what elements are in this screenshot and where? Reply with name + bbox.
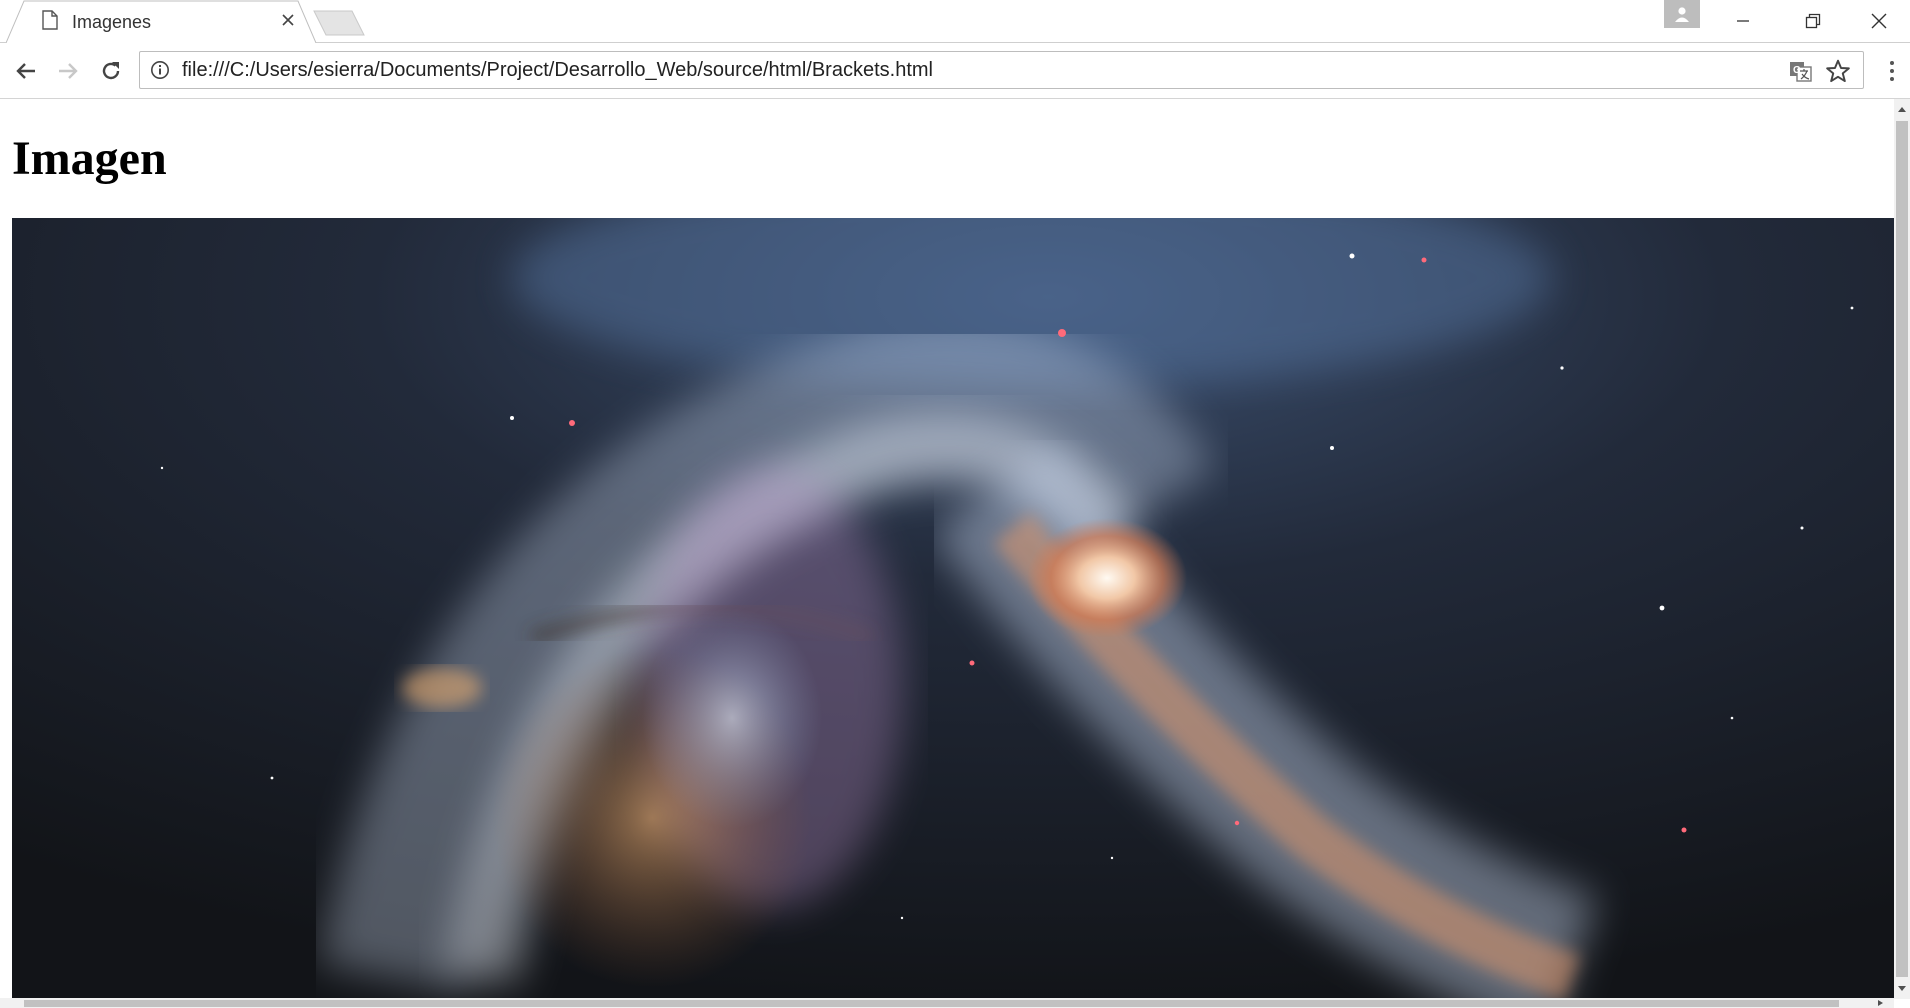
scroll-up-arrow-icon[interactable] (1898, 107, 1906, 112)
horizontal-scroll-thumb[interactable] (24, 1000, 1839, 1007)
back-button[interactable] (10, 55, 42, 87)
title-bar: Imagenes (0, 0, 1910, 43)
minimize-button[interactable] (1708, 0, 1778, 42)
galaxy-image (12, 218, 1894, 999)
svg-text:G: G (1793, 65, 1801, 76)
menu-dot (1890, 61, 1894, 65)
translate-icon[interactable]: G (1789, 59, 1813, 83)
tab-close-button[interactable] (276, 8, 300, 32)
window-close-button[interactable] (1848, 0, 1910, 42)
star-icon[interactable] (1825, 58, 1851, 84)
profile-button[interactable] (1664, 0, 1700, 28)
minimize-icon (1737, 20, 1749, 22)
restore-icon (1805, 13, 1821, 29)
info-icon[interactable] (150, 60, 170, 80)
page-viewport: Imagen (0, 99, 1894, 999)
page-icon (42, 10, 58, 30)
forward-button[interactable] (52, 55, 84, 87)
url-text[interactable]: file:///C:/Users/esierra/Documents/Proje… (182, 59, 933, 82)
forward-arrow-icon (59, 63, 78, 79)
vertical-scroll-thumb[interactable] (1896, 121, 1908, 977)
menu-dot (1890, 69, 1894, 73)
page-heading: Imagen (12, 132, 167, 185)
restore-button[interactable] (1778, 0, 1848, 42)
scroll-right-arrow-icon[interactable] (1878, 1000, 1883, 1006)
reload-button[interactable] (95, 55, 127, 87)
close-icon (1871, 13, 1887, 29)
tab-title: Imagenes (72, 12, 152, 32)
menu-dot (1890, 77, 1894, 81)
browser-toolbar: file:///C:/Users/esierra/Documents/Proje… (0, 43, 1910, 99)
close-icon (282, 14, 294, 26)
address-bar[interactable]: file:///C:/Users/esierra/Documents/Proje… (139, 51, 1864, 89)
horizontal-scrollbar[interactable] (0, 998, 1894, 1008)
back-arrow-icon (16, 63, 35, 79)
person-icon (1675, 7, 1689, 22)
vertical-scrollbar[interactable] (1894, 99, 1910, 999)
tab-imagenes[interactable]: Imagenes (6, 0, 317, 43)
browser-menu-button[interactable] (1880, 55, 1904, 87)
new-tab-button[interactable] (312, 9, 368, 37)
reload-icon (102, 62, 120, 80)
scroll-down-arrow-icon[interactable] (1898, 986, 1906, 991)
